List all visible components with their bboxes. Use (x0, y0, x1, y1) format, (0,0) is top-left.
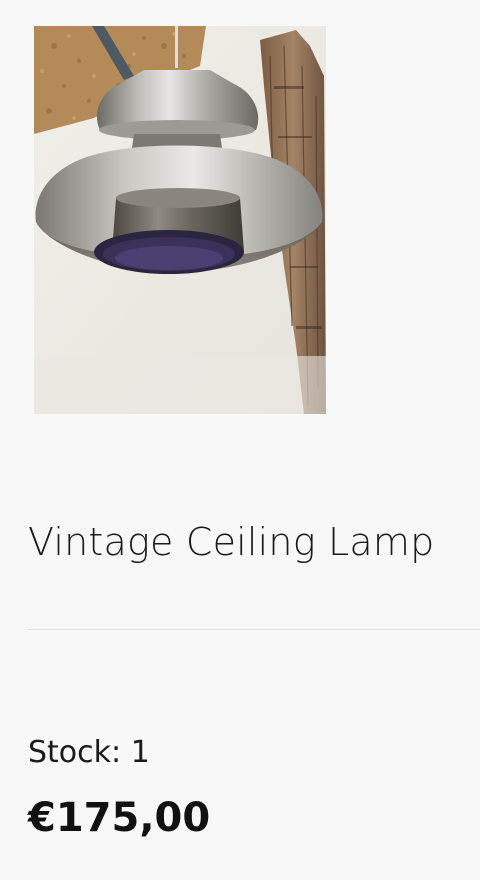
stock-indicator: Stock: 1 (28, 733, 150, 773)
product-price: €175,00 (28, 795, 211, 841)
divider (28, 629, 480, 630)
product-image (34, 26, 326, 414)
stock-label: Stock: (28, 735, 122, 770)
stock-value: 1 (130, 735, 150, 770)
product-title: Vintage Ceiling Lamp (28, 520, 435, 564)
product-page: Vintage Ceiling Lamp Stock: 1 €175,00 (0, 0, 480, 880)
